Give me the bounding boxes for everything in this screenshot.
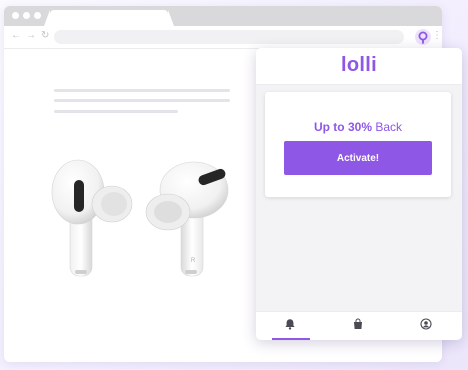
earbud-mark: R (191, 258, 196, 264)
product-image-earbuds: R (48, 154, 233, 289)
offer-prefix: Up to (313, 120, 348, 134)
browser-tab-bar (4, 6, 442, 26)
window-minimize-dot[interactable] (23, 12, 30, 19)
cashback-offer: Up to 30% Back (265, 120, 451, 134)
browser-toolbar: ← → ↻ ⋮ (4, 26, 442, 49)
popup-bottom-nav (256, 311, 462, 340)
reload-icon[interactable]: ↻ (41, 30, 49, 42)
bell-icon (284, 317, 296, 335)
offer-amount: 30% (347, 120, 372, 134)
text-placeholder-line (54, 110, 178, 113)
window-maximize-dot[interactable] (34, 12, 41, 19)
address-bar[interactable] (54, 30, 404, 44)
lolli-popup: lolli Up to 30% Back Activate! (256, 48, 462, 340)
text-placeholder-line (54, 89, 230, 92)
nav-tab-account[interactable] (392, 312, 460, 340)
popup-header: lolli (256, 48, 462, 85)
nav-tab-shop[interactable] (324, 312, 392, 340)
lolli-extension-icon[interactable] (414, 28, 432, 46)
activate-button[interactable]: Activate! (284, 141, 432, 175)
browser-tab[interactable] (44, 10, 174, 26)
back-icon[interactable]: ← (11, 30, 21, 42)
left-earbud (51, 159, 133, 277)
nav-buttons: ← → ↻ (11, 30, 49, 42)
window-close-dot[interactable] (12, 12, 19, 19)
right-earbud: R (145, 161, 229, 277)
shopping-bag-icon (352, 317, 364, 335)
active-tab-indicator (272, 338, 310, 340)
offer-suffix: Back (372, 120, 403, 134)
offer-card: Up to 30% Back Activate! (265, 92, 451, 197)
user-icon (420, 317, 432, 335)
forward-icon[interactable]: → (26, 30, 36, 42)
nav-tab-notifications[interactable] (256, 312, 324, 340)
lolli-logo: lolli (341, 54, 377, 76)
window-controls (12, 12, 41, 19)
browser-menu-icon[interactable]: ⋮ (432, 30, 442, 42)
text-placeholder-line (54, 99, 230, 102)
